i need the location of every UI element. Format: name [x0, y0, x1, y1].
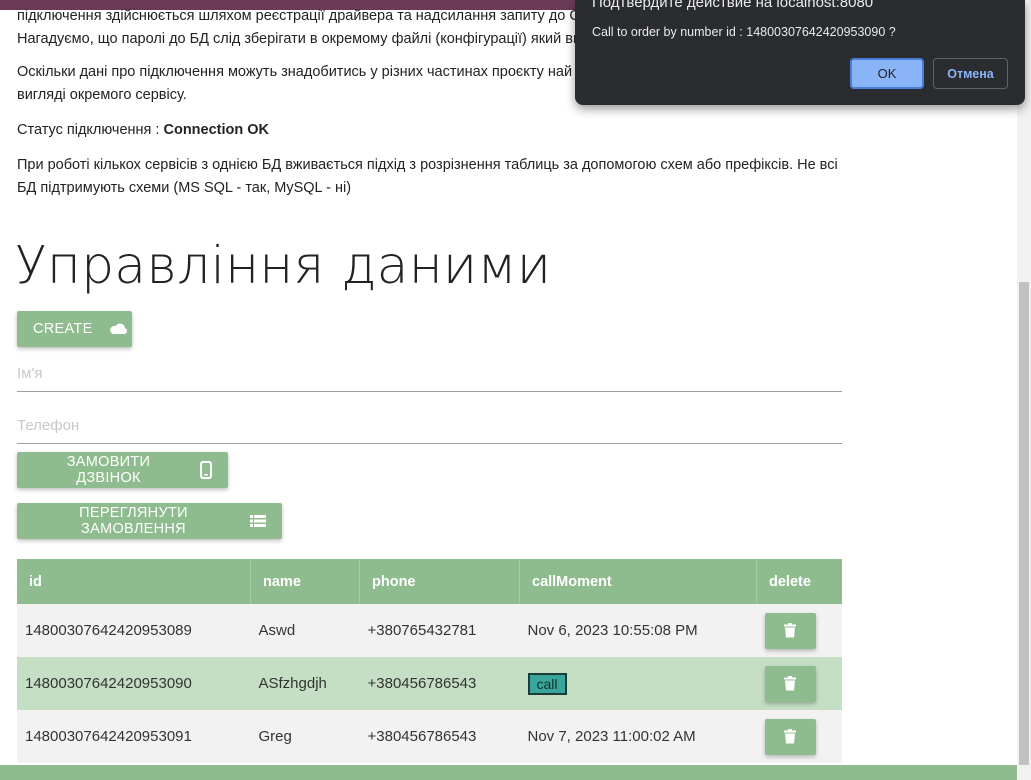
order-call-button[interactable]: ЗАМОВИТИ ДЗВІНОК: [17, 452, 228, 488]
trash-icon: [784, 623, 796, 638]
cell-phone: +380456786543: [359, 657, 520, 710]
create-button-label: CREATE: [33, 321, 93, 337]
cell-phone: +380456786543: [359, 710, 520, 763]
cell-callmoment: call: [519, 657, 757, 710]
dialog-title: Подтвердите действие на localhost:8080: [592, 0, 874, 11]
trash-icon: [784, 729, 796, 744]
page-scrollbar[interactable]: [1017, 0, 1031, 780]
delete-button[interactable]: [764, 612, 816, 649]
phone-field[interactable]: [17, 410, 842, 444]
table-row: 14800307642420953090 ASfzhgdjh +38045678…: [17, 657, 842, 710]
table-row: 14800307642420953091 Greg +380456786543 …: [17, 710, 842, 763]
bottom-bar: [0, 765, 1031, 780]
cell-name: Greg: [250, 710, 360, 763]
phone-icon: [200, 461, 212, 479]
table-row: 14800307642420953089 Aswd +380765432781 …: [17, 604, 842, 657]
cell-delete: [756, 710, 842, 763]
trash-icon: [784, 676, 796, 691]
view-orders-button-label: ПЕРЕГЛЯНУТИ ЗАМОВЛЕННЯ: [79, 505, 188, 537]
view-orders-button[interactable]: ПЕРЕГЛЯНУТИ ЗАМОВЛЕННЯ: [17, 503, 282, 539]
header-callmoment[interactable]: callMoment: [519, 559, 757, 604]
cell-callmoment: Nov 7, 2023 11:00:02 AM: [519, 710, 757, 763]
cell-name: ASfzhgdjh: [250, 657, 360, 710]
cell-id: 14800307642420953090: [17, 657, 251, 710]
cell-id: 14800307642420953091: [17, 710, 251, 763]
create-button[interactable]: CREATE: [17, 311, 132, 347]
dialog-message: Call to order by number id : 14800307642…: [592, 25, 896, 39]
status-label: Статус підключення :: [17, 122, 164, 138]
phone-input[interactable]: [17, 410, 842, 440]
section-title: Управління даними: [15, 236, 552, 296]
confirm-dialog: Подтвердите действие на localhost:8080 C…: [575, 0, 1025, 105]
order-call-button-label: ЗАМОВИТИ ДЗВІНОК: [66, 454, 151, 486]
cell-id: 14800307642420953089: [17, 604, 251, 657]
name-input[interactable]: [17, 358, 842, 388]
connection-status: Статус підключення : Connection OK: [17, 119, 269, 142]
header-name[interactable]: name: [250, 559, 360, 604]
delete-button[interactable]: [764, 718, 816, 755]
cell-delete: [756, 657, 842, 710]
cloud-icon: [109, 322, 129, 336]
cell-phone: +380765432781: [359, 604, 520, 657]
schemas-paragraph: При роботі кількох сервісів з однією БД …: [17, 157, 838, 196]
call-button[interactable]: call: [527, 672, 567, 695]
scrollbar-thumb[interactable]: [1019, 282, 1029, 765]
status-value: Connection OK: [163, 122, 270, 138]
cell-name: Aswd: [250, 604, 360, 657]
dialog-cancel-button[interactable]: Отмена: [933, 58, 1008, 89]
cell-delete: [756, 604, 842, 657]
header-delete[interactable]: delete: [756, 559, 842, 604]
orders-table: id name phone callMoment delete 14800307…: [17, 559, 842, 763]
table-header-row: id name phone callMoment delete: [17, 559, 842, 604]
delete-button[interactable]: [764, 665, 816, 702]
cell-callmoment: Nov 6, 2023 10:55:08 PM: [519, 604, 757, 657]
name-field[interactable]: [17, 358, 842, 392]
dialog-ok-button[interactable]: OK: [850, 58, 924, 89]
header-phone[interactable]: phone: [359, 559, 520, 604]
header-id[interactable]: id: [17, 559, 251, 604]
list-icon: [250, 515, 266, 527]
